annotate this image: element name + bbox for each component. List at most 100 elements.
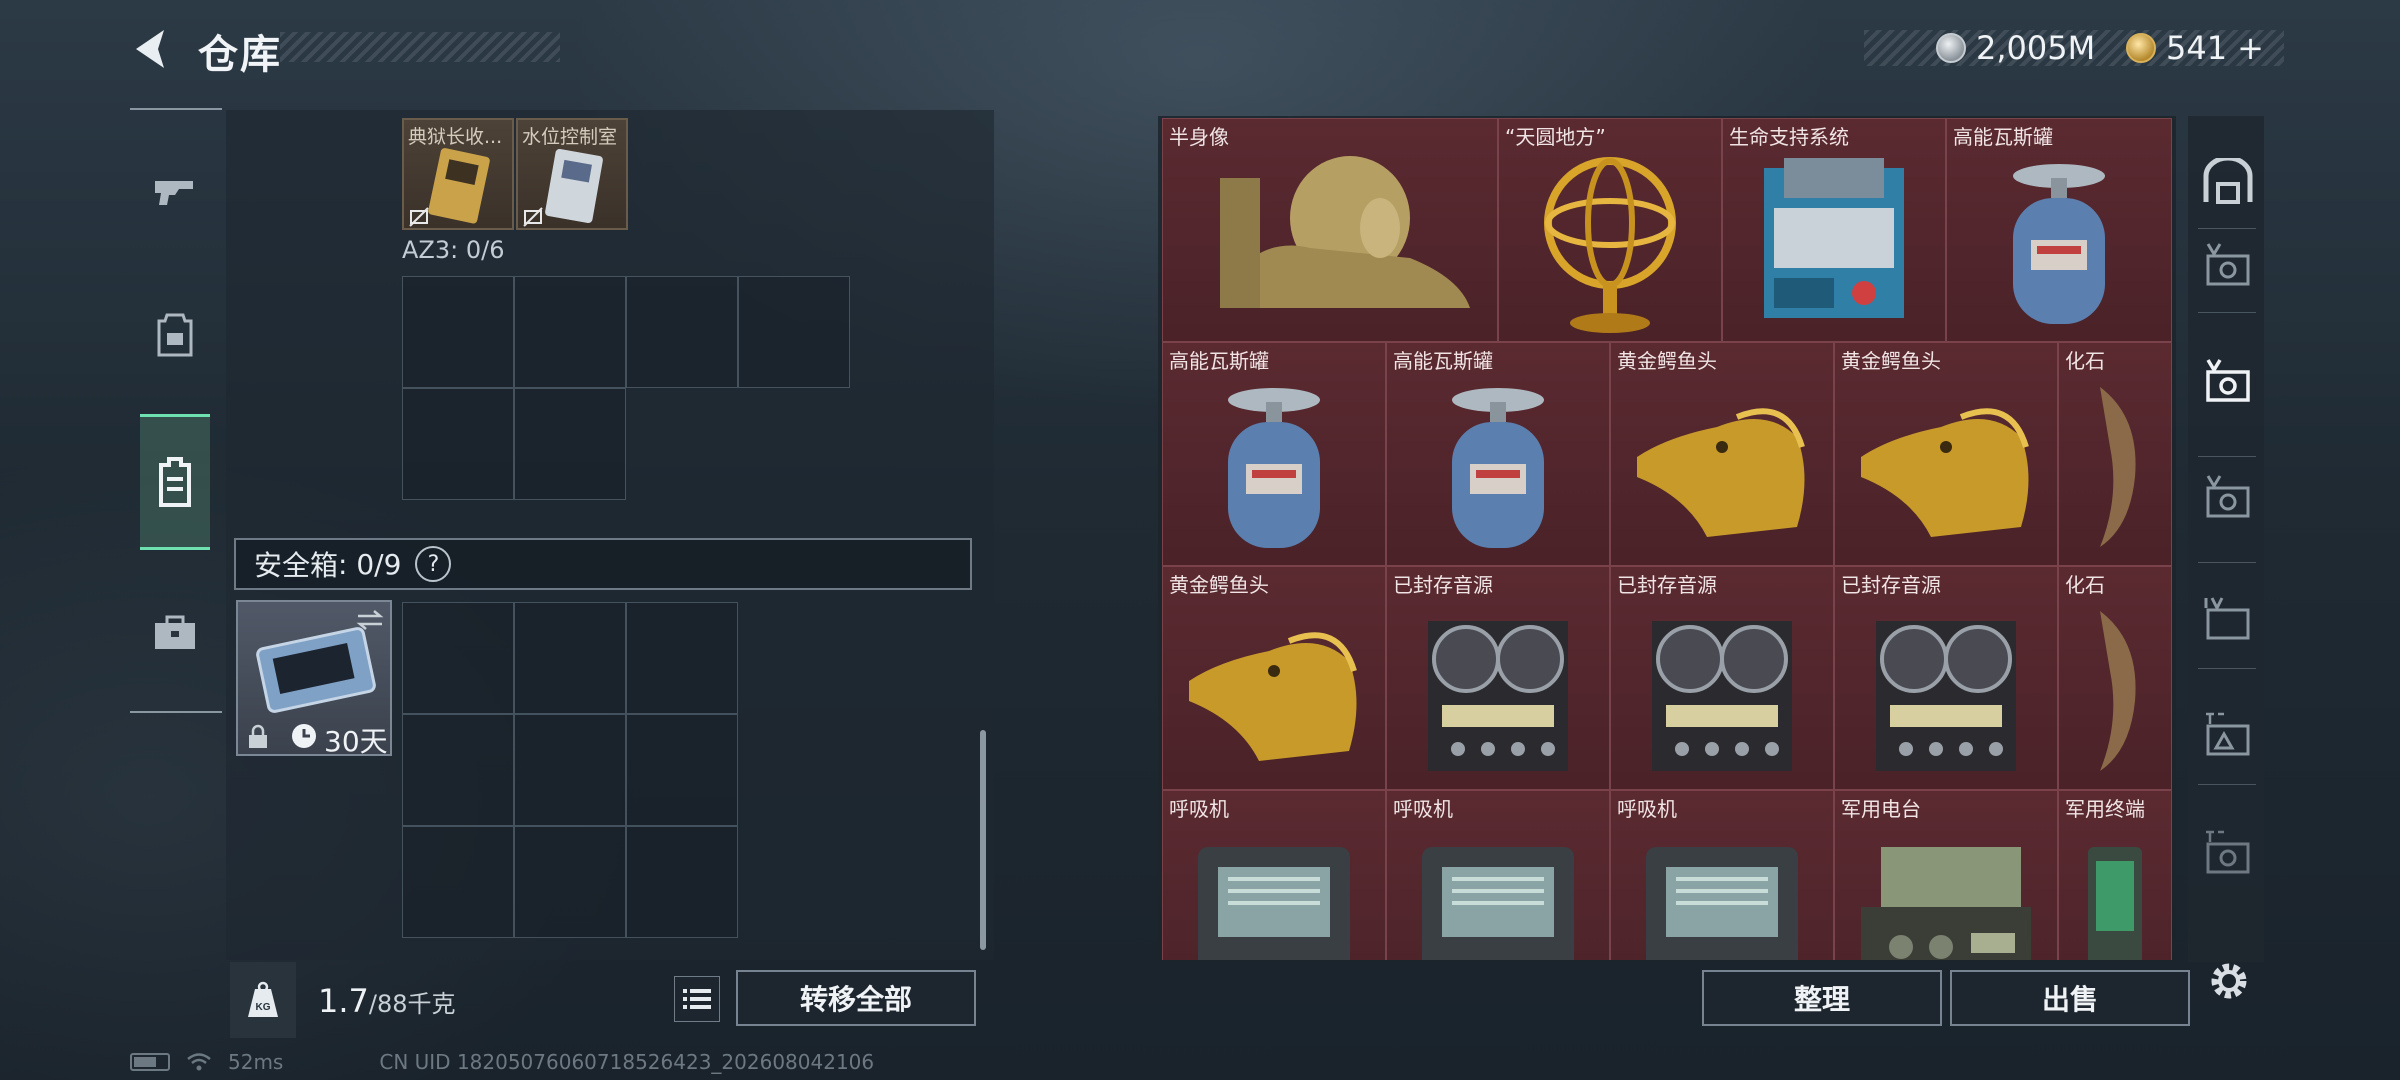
safe-slot[interactable]: [514, 826, 626, 938]
az3-slot[interactable]: [514, 276, 626, 388]
help-icon[interactable]: ?: [415, 546, 452, 582]
armillary-sphere-icon: [1544, 157, 1676, 333]
az3-slot[interactable]: [402, 276, 514, 388]
gas-canister-icon: [2013, 164, 2105, 324]
nav-equipment[interactable]: [140, 300, 210, 370]
nav-vault-3[interactable]: [2202, 472, 2254, 524]
vault-iv-icon: [2204, 597, 2250, 640]
item-ventilator[interactable]: 呼吸机: [1162, 790, 1386, 960]
page-title: 仓库: [198, 32, 282, 78]
storage-item-water-control[interactable]: 水位控制室: [516, 118, 628, 230]
item-sealed-audio[interactable]: 已封存音源: [1386, 566, 1610, 790]
nav-divider: [2198, 228, 2256, 229]
item-military-radio[interactable]: 军用电台: [1834, 790, 2058, 960]
gun-icon: [155, 181, 193, 205]
az3-slot[interactable]: [514, 388, 626, 500]
safe-box-count: : 0/9: [338, 547, 402, 581]
storage-scrollbar[interactable]: [980, 730, 986, 950]
gold-amount: 541: [2166, 29, 2228, 67]
nav-divider: [2198, 784, 2256, 785]
nav-vault-4[interactable]: [2202, 594, 2254, 646]
safe-slot[interactable]: [514, 602, 626, 714]
item-fossil[interactable]: 化石: [2058, 566, 2172, 790]
croc-head-icon: [1637, 408, 1805, 537]
item-golden-croc-head[interactable]: 黄金鳄鱼头: [1610, 342, 1834, 566]
item-ventilator[interactable]: 呼吸机: [1610, 790, 1834, 960]
safe-box-item[interactable]: 30天: [236, 600, 392, 758]
fossil-claw-icon: [2100, 611, 2136, 771]
clock-icon: [292, 724, 316, 748]
safe-slot[interactable]: [402, 602, 514, 714]
az3-slot[interactable]: [402, 388, 514, 500]
settings-gear-icon[interactable]: [2204, 956, 2254, 1006]
item-armillary-sphere[interactable]: “天圆地方”: [1498, 118, 1722, 342]
briefcase-icon: [155, 615, 195, 649]
item-gas-canister[interactable]: 高能瓦斯罐: [1946, 118, 2172, 342]
weight-value: 1.7: [318, 982, 369, 1020]
nav-vault-2-active[interactable]: [2202, 356, 2254, 408]
keycard-icon: [428, 148, 490, 224]
item-bust[interactable]: 半身像: [1162, 118, 1498, 342]
back-arrow-icon[interactable]: [126, 26, 176, 72]
gold-currency[interactable]: 541 +: [2126, 28, 2264, 68]
list-icon: [683, 989, 711, 1009]
item-golden-croc-head[interactable]: 黄金鳄鱼头: [1162, 566, 1386, 790]
nav-weapons[interactable]: [140, 156, 210, 226]
military-terminal-icon: [2088, 847, 2142, 960]
item-sealed-audio[interactable]: 已封存音源: [1610, 566, 1834, 790]
vault-v-icon: [2206, 243, 2250, 286]
list-view-button[interactable]: [674, 976, 720, 1022]
item-ventilator[interactable]: 呼吸机: [1386, 790, 1610, 960]
sell-button[interactable]: 出售: [1950, 970, 2190, 1026]
carry-weight: 1.7/88千克: [318, 982, 456, 1020]
item-golden-croc-head[interactable]: 黄金鳄鱼头: [1834, 342, 2058, 566]
military-radio-icon: [1861, 847, 2031, 960]
ping-text: 52ms: [228, 1050, 284, 1074]
nav-divider: [2198, 312, 2256, 313]
fossil-claw-icon: [2100, 387, 2136, 547]
add-gold-button[interactable]: +: [2237, 29, 2264, 67]
weight-icon-text: KG: [256, 1002, 271, 1013]
uid-text: CN UID 1820507606071852642​3_20260804210…: [379, 1050, 875, 1074]
stash-item-grid: 半身像 “天圆地方” 生命支持系统 高能瓦斯罐 高能瓦斯罐 高能瓦斯罐 黄金鳄鱼…: [1162, 118, 2172, 960]
safe-slot[interactable]: [402, 826, 514, 938]
safe-slot[interactable]: [626, 714, 738, 826]
safe-box-icon: [256, 627, 376, 713]
backpack-icon: [159, 457, 191, 507]
nav-vault-5[interactable]: [2202, 710, 2254, 762]
gold-coin-icon: [2126, 33, 2156, 63]
item-sealed-audio[interactable]: 已封存音源: [1834, 566, 2058, 790]
sort-button[interactable]: 整理: [1702, 970, 1942, 1026]
item-gas-canister[interactable]: 高能瓦斯罐: [1162, 342, 1386, 566]
safe-box-header: 安全箱 : 0/9 ?: [234, 538, 972, 590]
nav-storage-home[interactable]: [2202, 156, 2254, 208]
item-life-support[interactable]: 生命支持系统: [1722, 118, 1946, 342]
transfer-all-button[interactable]: 转移全部: [736, 970, 976, 1026]
safe-slot[interactable]: [402, 714, 514, 826]
armor-icon: [157, 313, 193, 357]
stash-page-nav: [2188, 116, 2264, 962]
nav-vault-1[interactable]: [2202, 240, 2254, 292]
storage-item-warden[interactable]: 典狱长收...: [402, 118, 514, 230]
item-gas-canister[interactable]: 高能瓦斯罐: [1386, 342, 1610, 566]
weight-icon-box: KG: [230, 962, 296, 1038]
nav-vault-6[interactable]: [2202, 828, 2254, 880]
az3-slot[interactable]: [626, 276, 738, 388]
safe-slot[interactable]: [626, 602, 738, 714]
swap-icon[interactable]: [354, 608, 386, 632]
nav-divider: [2198, 668, 2256, 669]
access-card-icon: [545, 148, 603, 224]
silver-currency: 2,005M: [1936, 28, 2095, 68]
item-military-terminal[interactable]: 军用终端: [2058, 790, 2172, 960]
croc-head-icon: [1861, 408, 2029, 537]
az3-capacity: AZ3: 0/6: [402, 236, 505, 264]
safe-slot[interactable]: [626, 826, 738, 938]
item-fossil[interactable]: 化石: [2058, 342, 2172, 566]
nav-case[interactable]: [140, 598, 210, 668]
vault-gti-icon: [2206, 712, 2250, 756]
safe-slot[interactable]: [514, 714, 626, 826]
weight-capacity: /88千克: [368, 990, 456, 1018]
az3-slot[interactable]: [738, 276, 850, 388]
battery-icon: [130, 1053, 170, 1071]
nav-backpack[interactable]: [140, 414, 210, 550]
